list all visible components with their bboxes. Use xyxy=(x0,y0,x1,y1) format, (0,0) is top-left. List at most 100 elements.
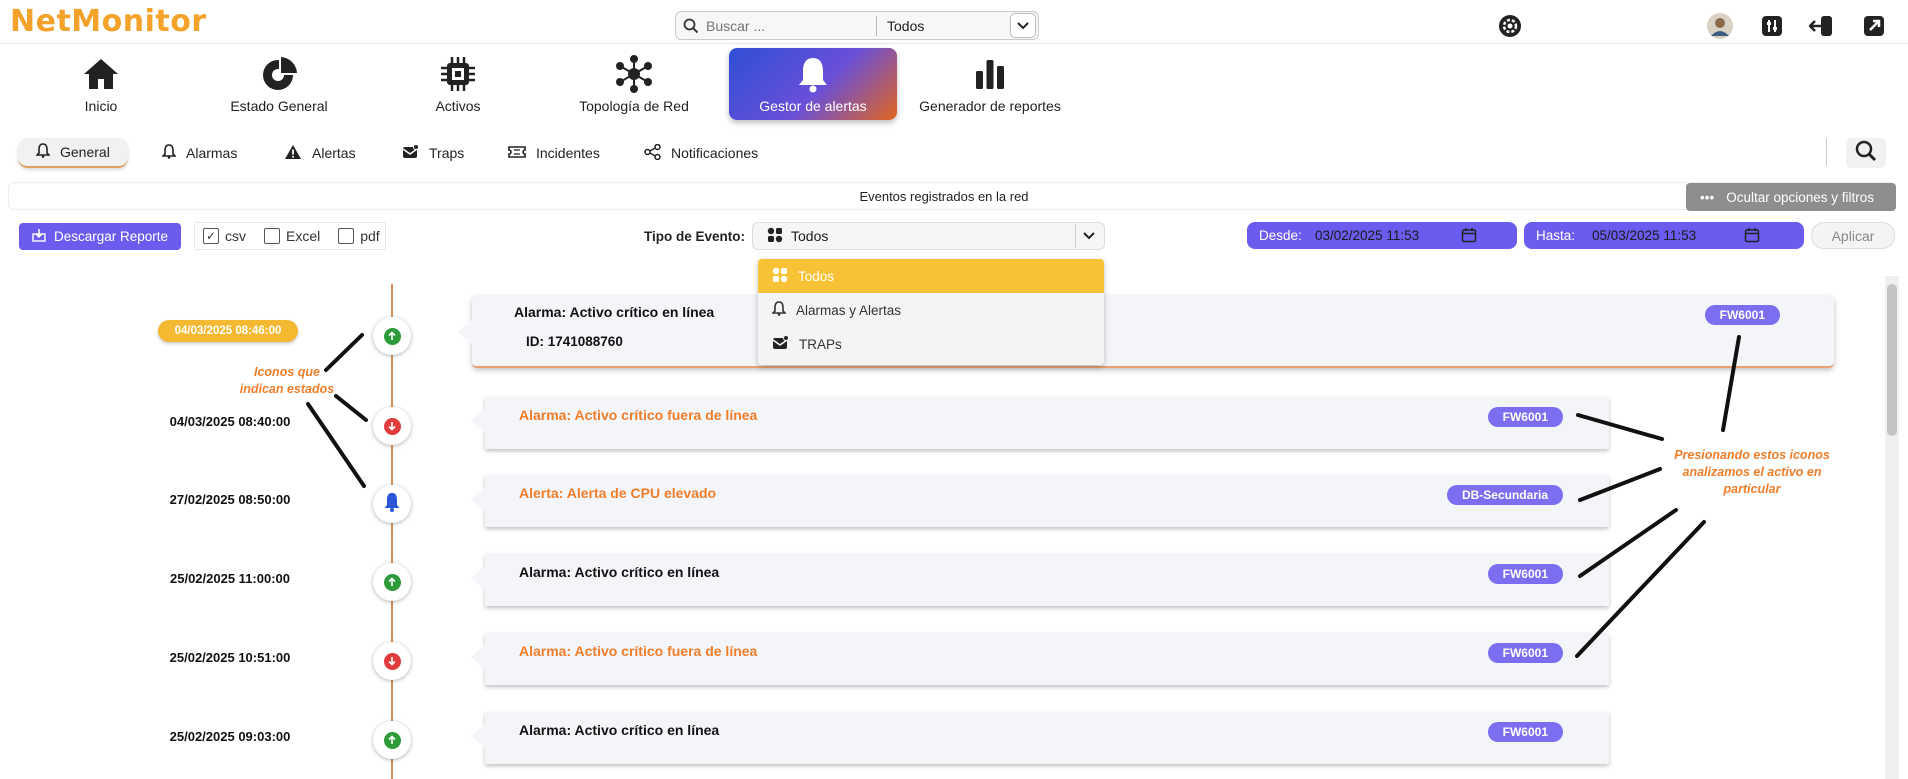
home-icon xyxy=(82,54,120,94)
calendar-icon[interactable] xyxy=(1744,227,1760,246)
bell-icon xyxy=(161,144,177,162)
subnav-divider xyxy=(1826,138,1827,166)
annotation-line: analizamos el activo en xyxy=(1682,465,1822,479)
scrollbar-thumb[interactable] xyxy=(1887,284,1897,436)
arrow-up-icon xyxy=(383,731,401,749)
annotation-status-icons: Iconos que indican estados xyxy=(222,364,352,398)
logout-icon[interactable] xyxy=(1808,12,1836,40)
chevron-down-icon[interactable] xyxy=(1010,13,1036,38)
format-pdf[interactable]: pdf xyxy=(338,228,380,244)
format-label: csv xyxy=(225,228,246,244)
arrow-up-icon xyxy=(383,327,401,345)
hide-filters-label: Ocultar opciones y filtros xyxy=(1726,189,1874,205)
checkbox[interactable] xyxy=(264,228,280,244)
asset-tag-button[interactable]: FW6001 xyxy=(1487,643,1563,663)
dropdown-option-alarmas-alertas[interactable]: Alarmas y Alertas xyxy=(758,293,1104,327)
nav-item-inicio[interactable]: Inicio xyxy=(60,48,142,120)
avatar[interactable] xyxy=(1706,12,1734,40)
nav-item-activos[interactable]: Activos xyxy=(418,48,498,120)
settings-icon[interactable] xyxy=(1496,12,1524,40)
asset-tag-button[interactable]: FW6001 xyxy=(1487,722,1563,742)
event-card[interactable]: Alarma: Activo crítico en línea ID: 1741… xyxy=(458,296,1834,368)
events-banner: Eventos registrados en la red xyxy=(8,182,1896,210)
tab-label: Traps xyxy=(429,145,465,161)
event-type-select[interactable]: Todos xyxy=(752,222,1105,250)
search-scope-select[interactable]: Todos xyxy=(877,18,1010,34)
status-indicator[interactable] xyxy=(373,317,411,355)
apply-button[interactable]: Aplicar xyxy=(1811,222,1895,249)
dropdown-option-todos[interactable]: Todos xyxy=(758,259,1104,293)
app-logo[interactable]: NetMonitor xyxy=(10,4,207,39)
event-card[interactable]: Alarma: Activo crítico en línea FW6001 xyxy=(471,554,1609,606)
top-bar: NetMonitor Todos xyxy=(0,0,1908,44)
event-timestamp: 27/02/2025 08:50:00 xyxy=(169,492,291,507)
tab-label: Notificaciones xyxy=(671,145,759,161)
nav-item-estado-general[interactable]: Estado General xyxy=(222,48,336,120)
event-card[interactable]: Alarma: Activo crítico fuera de línea FW… xyxy=(471,397,1609,449)
bell-icon xyxy=(771,301,787,319)
search-icon xyxy=(676,12,706,39)
hide-filters-button[interactable]: ••• Ocultar opciones y filtros xyxy=(1686,183,1896,211)
share-icon xyxy=(644,143,661,163)
format-label: pdf xyxy=(360,228,380,244)
nav-label: Gestor de alertas xyxy=(759,98,867,114)
tab-traps[interactable]: Traps xyxy=(402,138,464,168)
asset-tag-button[interactable]: FW6001 xyxy=(1487,564,1563,584)
nav-item-generador-reportes[interactable]: Generador de reportes xyxy=(918,48,1062,120)
chip-icon xyxy=(439,54,477,94)
grid-icon xyxy=(772,267,788,286)
search-input[interactable] xyxy=(706,12,876,39)
nav-item-gestor-alertas[interactable]: Gestor de alertas xyxy=(729,48,897,120)
nav-item-topologia[interactable]: Topología de Red xyxy=(574,48,694,120)
dropdown-option-traps[interactable]: TRAPs xyxy=(758,327,1104,361)
arrow-down-icon xyxy=(383,652,401,670)
nav-label: Topología de Red xyxy=(579,98,689,114)
asset-tag-button[interactable]: DB-Secundaria xyxy=(1446,485,1563,505)
checkbox-checked[interactable]: ✓ xyxy=(203,228,219,244)
bell-icon xyxy=(35,143,51,161)
tab-incidentes[interactable]: Incidentes xyxy=(508,138,600,168)
format-excel[interactable]: Excel xyxy=(264,228,320,244)
status-indicator[interactable] xyxy=(373,721,411,759)
external-link-icon[interactable] xyxy=(1860,12,1888,40)
asset-tag-button[interactable]: FW6001 xyxy=(1704,305,1780,325)
event-timestamp: 25/02/2025 10:51:00 xyxy=(169,650,291,665)
status-indicator[interactable] xyxy=(373,485,411,523)
tab-alarmas[interactable]: Alarmas xyxy=(161,138,237,168)
download-report-button[interactable]: Descargar Reporte xyxy=(19,223,181,250)
date-from-label: Desde: xyxy=(1259,228,1302,243)
option-label: Todos xyxy=(798,268,835,284)
event-card[interactable]: Alerta: Alerta de CPU elevado DB-Secunda… xyxy=(471,475,1609,527)
nav-label: Generador de reportes xyxy=(919,98,1061,114)
tab-alertas[interactable]: Alertas xyxy=(284,138,356,168)
date-from-field[interactable]: Desde: 03/02/2025 11:53 xyxy=(1247,222,1517,249)
event-title: Alarma: Activo crítico en línea xyxy=(519,564,720,580)
event-type-value: Todos xyxy=(791,228,829,244)
annotation-asset-tags: Presionando estos iconos analizamos el a… xyxy=(1660,447,1844,498)
checkbox[interactable] xyxy=(338,228,355,244)
date-from-value[interactable]: 03/02/2025 11:53 xyxy=(1313,228,1420,243)
chevron-down-icon[interactable] xyxy=(1075,224,1102,248)
date-to-value[interactable]: 05/03/2025 11:53 xyxy=(1590,228,1697,243)
calendar-icon[interactable] xyxy=(1461,227,1477,246)
event-title: Alerta: Alerta de CPU elevado xyxy=(519,485,717,501)
bell-icon xyxy=(383,492,401,517)
nav-label: Estado General xyxy=(230,98,328,114)
date-to-field[interactable]: Hasta: 05/03/2025 11:53 xyxy=(1524,222,1804,249)
search-toggle-button[interactable] xyxy=(1846,138,1886,168)
event-card[interactable]: Alarma: Activo crítico en línea FW6001 xyxy=(471,712,1609,764)
sliders-icon[interactable] xyxy=(1758,12,1786,40)
tab-notificaciones[interactable]: Notificaciones xyxy=(644,138,758,168)
option-label: Alarmas y Alertas xyxy=(796,302,902,318)
tab-general[interactable]: General xyxy=(18,138,128,168)
download-icon xyxy=(32,228,46,245)
status-indicator[interactable] xyxy=(373,642,411,680)
status-indicator[interactable] xyxy=(373,407,411,445)
annotation-line: indican estados xyxy=(239,382,335,396)
event-card[interactable]: Alarma: Activo crítico fuera de línea FW… xyxy=(471,633,1609,685)
pie-chart-icon xyxy=(260,54,298,94)
event-type-dropdown: Todos Alarmas y Alertas TRAPs xyxy=(758,259,1104,365)
format-csv[interactable]: ✓ csv xyxy=(203,228,246,244)
asset-tag-button[interactable]: FW6001 xyxy=(1487,407,1563,427)
status-indicator[interactable] xyxy=(373,563,411,601)
